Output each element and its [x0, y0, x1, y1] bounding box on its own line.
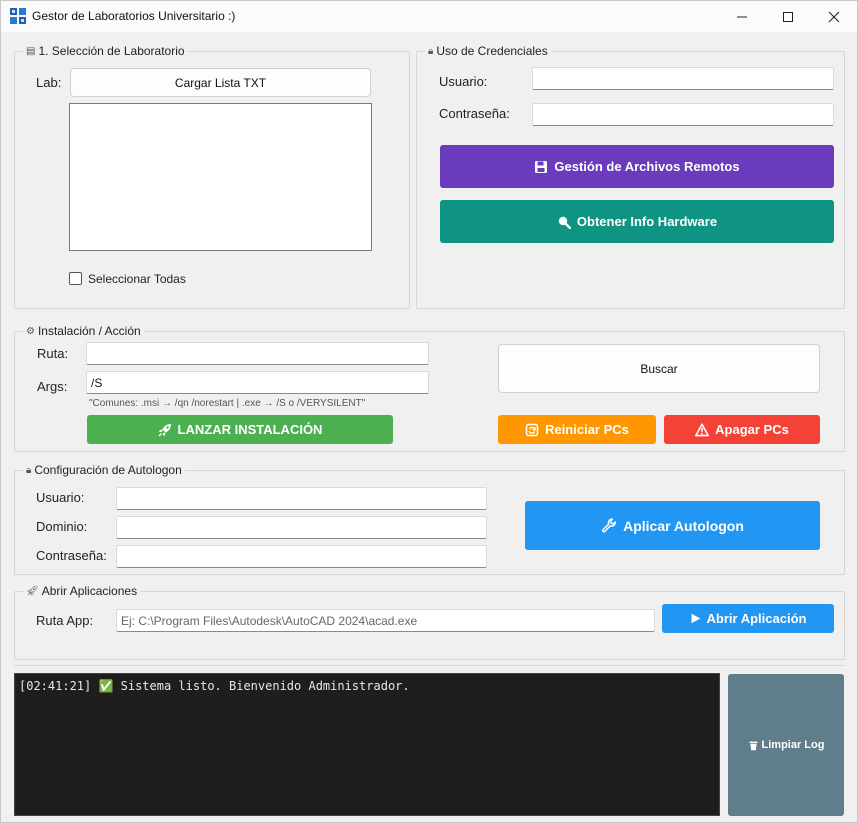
clipboard-icon: ▤ [26, 45, 36, 57]
cred-password-label: Contraseña: [439, 106, 510, 121]
load-list-button[interactable]: Cargar Lista TXT [70, 68, 371, 97]
app-window: Gestor de Laboratorios Universitario :) … [0, 0, 858, 823]
minimize-button[interactable] [719, 1, 765, 32]
maximize-button[interactable] [765, 1, 811, 32]
remote-files-label: Gestión de Archivos Remotos [554, 159, 740, 174]
play-icon [691, 613, 700, 624]
install-args-hint: "Comunes: .msi → /qn /norestart | .exe →… [89, 398, 366, 409]
maximize-icon [783, 11, 793, 22]
autologon-domain-input[interactable] [116, 516, 487, 539]
close-button[interactable] [811, 1, 857, 32]
autologon-user-label: Usuario: [36, 490, 85, 505]
clear-log-label: Limpiar Log [761, 739, 825, 751]
apply-autologon-label: Aplicar Autologon [623, 517, 744, 534]
floppy-disk-icon [535, 160, 548, 173]
autologon-password-label: Contraseña: [36, 548, 107, 563]
lab-listbox[interactable] [69, 103, 372, 251]
open-app-button[interactable]: Abrir Aplicación [662, 604, 834, 633]
lock-icon: 🔒︎ [428, 45, 434, 57]
credentials-title: Uso de Credenciales [436, 44, 548, 58]
hardware-info-button[interactable]: Obtener Info Hardware [440, 200, 834, 243]
load-list-label: Cargar Lista TXT [174, 75, 267, 90]
restart-icon [525, 423, 539, 436]
title-bar[interactable]: Gestor de Laboratorios Universitario :) [1, 1, 857, 32]
install-path-input[interactable] [86, 342, 429, 365]
launch-install-label: LANZAR INSTALACIÓN [177, 422, 323, 437]
app-icon [10, 8, 26, 24]
launch-install-button[interactable]: LANZAR INSTALACIÓN [87, 415, 393, 444]
log-console[interactable]: [02:41:21] ✅ Sistema listo. Bienvenido A… [14, 673, 720, 816]
hardware-info-label: Obtener Info Hardware [576, 214, 718, 229]
autologon-password-input[interactable] [116, 545, 487, 568]
clear-log-button[interactable]: Limpiar Log [728, 674, 844, 816]
app-path-label: Ruta App: [36, 613, 94, 628]
close-icon [828, 11, 840, 22]
autologon-user-input[interactable] [116, 487, 487, 510]
lab-section-title: 1. Selección de Laboratorio [38, 44, 185, 58]
divider [14, 665, 845, 666]
shutdown-pcs-label: Apagar PCs [715, 422, 789, 437]
restart-pcs-button[interactable]: Reiniciar PCs [498, 415, 656, 444]
install-title: Instalación / Acción [37, 324, 141, 338]
cred-user-label: Usuario: [439, 74, 488, 89]
rocket-icon: 🚀︎ [26, 585, 39, 597]
open-app-label: Abrir Aplicación [706, 611, 807, 626]
autologon-domain-label: Dominio: [36, 519, 88, 534]
gear-icon: ⚙ [26, 325, 35, 337]
remote-files-button[interactable]: Gestión de Archivos Remotos [440, 145, 834, 188]
browse-label: Buscar [640, 361, 678, 376]
shutdown-pcs-button[interactable]: Apagar PCs [664, 415, 820, 444]
install-path-label: Ruta: [37, 346, 69, 361]
cred-user-input[interactable] [532, 67, 834, 90]
restart-pcs-label: Reiniciar PCs [545, 422, 629, 437]
apply-autologon-button[interactable]: Aplicar Autologon [525, 501, 820, 550]
cred-password-input[interactable] [532, 103, 834, 126]
wrench-icon [602, 517, 617, 532]
lab-label: Lab: [36, 75, 62, 90]
minimize-icon [737, 16, 747, 17]
install-args-label: Args: [37, 379, 68, 394]
open-apps-title: Abrir Aplicaciones [41, 584, 138, 598]
rocket-icon [158, 423, 171, 436]
magnifier-icon [558, 216, 571, 229]
warning-icon [695, 422, 710, 436]
app-path-input[interactable]: Ej: C:\Program Files\Autodesk\AutoCAD 20… [116, 609, 655, 632]
select-all-label: Seleccionar Todas [88, 272, 186, 286]
select-all-checkbox[interactable] [69, 272, 82, 285]
window-title: Gestor de Laboratorios Universitario :) [32, 9, 236, 23]
autologon-title: Configuración de Autologon [34, 463, 182, 477]
install-args-input[interactable]: /S [86, 371, 429, 394]
lock-icon: 🔒︎ [26, 464, 32, 476]
trash-icon [749, 741, 757, 750]
browse-button[interactable]: Buscar [498, 344, 820, 393]
